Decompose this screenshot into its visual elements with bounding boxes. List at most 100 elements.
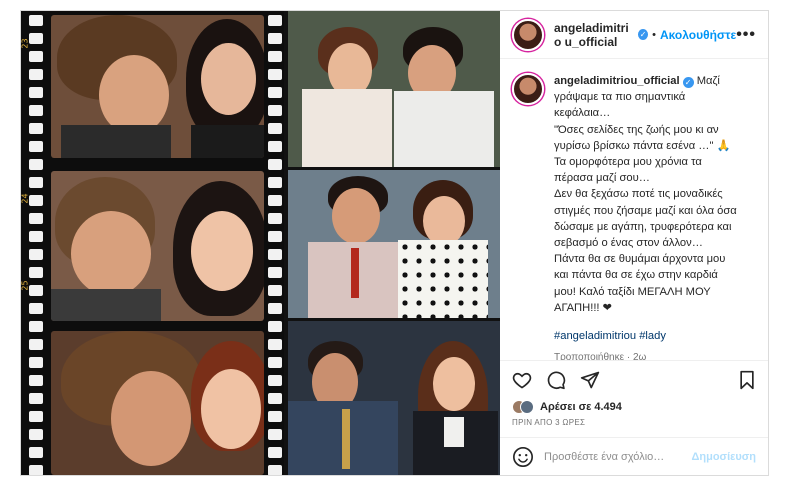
sprocket-hole <box>29 303 43 314</box>
caption-line: Δεν θα ξεχάσω ποτέ τις μοναδικές <box>554 188 723 201</box>
sprocket-hole <box>268 285 282 296</box>
caption-line: Τα ομορφότερα μου χρόνια τα <box>554 156 702 169</box>
username-link[interactable]: angeladimitrio u_official <box>554 21 635 49</box>
sprocket-hole <box>268 249 282 260</box>
sprocket-hole <box>29 213 43 224</box>
like-heart-icon[interactable] <box>512 370 532 390</box>
photo-couple-seated <box>288 11 500 167</box>
sprocket-hole <box>29 465 43 475</box>
comment-bar: Δημοσίευση <box>500 437 768 475</box>
sprocket-hole <box>29 69 43 80</box>
instagram-post: 23 24 25 angeladimitrio u_official ✓ • Α… <box>20 10 769 476</box>
avatar[interactable] <box>512 18 544 51</box>
sprocket-hole <box>29 15 43 26</box>
share-icon[interactable] <box>580 370 600 390</box>
sprocket-hole <box>268 447 282 458</box>
sprocket-hole <box>29 123 43 134</box>
caption-line: γράψαμε τα πιο σημαντικά <box>554 91 686 104</box>
sprocket-hole <box>268 87 282 98</box>
comment-icon[interactable] <box>546 370 566 390</box>
verified-icon: ✓ <box>637 29 649 40</box>
sprocket-hole <box>268 393 282 404</box>
caption-line: "Όσες σελίδες της ζωής μου κι αν <box>554 123 719 136</box>
verified-icon: ✓ <box>682 77 694 88</box>
sprocket-hole <box>29 51 43 62</box>
sprocket-hole <box>29 447 43 458</box>
caption-line: μου! Καλό ταξίδι ΜΕΓΑΛΗ ΜΟΥ <box>554 285 711 298</box>
sprocket-hole <box>29 231 43 242</box>
sprocket-holes <box>25 11 47 475</box>
more-options-icon[interactable]: ••• <box>736 26 756 44</box>
sprocket-hole <box>29 411 43 422</box>
caption-line: σεβασμό ο ένας στον άλλον… <box>554 237 703 250</box>
film-frame-number: 24 <box>21 193 30 204</box>
sprocket-hole <box>268 51 282 62</box>
post-comment-button[interactable]: Δημοσίευση <box>691 451 756 463</box>
comment-input[interactable] <box>544 450 692 463</box>
film-photo-laugh <box>51 171 264 321</box>
edited-timestamp: Τροποποιήθηκε · 2ω <box>554 352 647 360</box>
bookmark-icon[interactable] <box>738 370 756 390</box>
caption-line: γυρίσω βρίσκω πάντα εσένα …" 🙏 <box>554 139 731 152</box>
film-frame-number: 25 <box>21 280 30 291</box>
likes-count[interactable]: Αρέσει σε 4.494 <box>540 401 622 413</box>
sprocket-hole <box>29 249 43 260</box>
sprocket-hole <box>268 339 282 350</box>
photo-couple-toast <box>288 170 500 318</box>
film-photo-cheek <box>51 331 264 475</box>
sprocket-hole <box>268 465 282 475</box>
sprocket-hole <box>29 357 43 368</box>
caption-line: δώσαμε με αγάπη, τρυφερότερα και <box>554 220 732 233</box>
caption-line: Πάντα θα σε θυμάμαι άρχοντα μου <box>554 253 726 266</box>
follow-button[interactable]: Ακολουθήστε <box>660 28 736 42</box>
sprocket-hole <box>29 339 43 350</box>
caption-line: και πάντα θα σε έχω στην καρδιά <box>554 269 718 282</box>
sprocket-hole <box>29 393 43 404</box>
sprocket-hole <box>268 69 282 80</box>
sprocket-hole <box>29 141 43 152</box>
post-sidebar: angeladimitrio u_official ✓ • Ακολουθήστ… <box>500 11 768 475</box>
caption-area: angeladimitriou_official ✓ Μαζί γράψαμε τ… <box>500 59 768 360</box>
post-header: angeladimitrio u_official ✓ • Ακολουθήστ… <box>500 11 768 59</box>
sprocket-hole <box>268 231 282 242</box>
sprocket-hole <box>29 429 43 440</box>
film-frame-number: 23 <box>21 38 30 49</box>
sprocket-hole <box>268 357 282 368</box>
sprocket-hole <box>268 213 282 224</box>
sprocket-hole <box>268 303 282 314</box>
sprocket-hole <box>29 33 43 44</box>
sprocket-hole <box>29 105 43 116</box>
sprocket-hole <box>268 159 282 170</box>
sprocket-hole <box>268 33 282 44</box>
caption-line: στιγμές που ζήσαμε μαζί και όλα όσα <box>554 204 737 217</box>
emoji-icon[interactable] <box>512 446 534 468</box>
post-image[interactable]: 23 24 25 <box>21 11 500 475</box>
avatar[interactable] <box>512 73 544 105</box>
photo-couple-event <box>288 321 500 475</box>
sprocket-hole <box>268 429 282 440</box>
sprocket-hole <box>29 267 43 278</box>
sprocket-hole <box>268 177 282 188</box>
sprocket-hole <box>268 105 282 116</box>
film-strip: 23 24 25 <box>21 11 284 475</box>
sprocket-hole <box>268 321 282 332</box>
likes-summary[interactable]: Αρέσει σε 4.494 <box>500 398 768 416</box>
sprocket-hole <box>29 195 43 206</box>
post-time: ΠΡΙΝ ΑΠΟ 3 ΩΡΕΣ <box>512 418 586 427</box>
action-bar <box>500 360 768 398</box>
sprocket-hole <box>268 267 282 278</box>
caption-line: ΑΓΑΠΗ!!! ❤ <box>554 301 613 314</box>
sprocket-hole <box>29 375 43 386</box>
caption-line: κεφάλαια… <box>554 107 611 120</box>
sprocket-hole <box>29 159 43 170</box>
sprocket-hole <box>268 123 282 134</box>
separator-dot: • <box>652 28 656 41</box>
sprocket-hole <box>29 87 43 98</box>
sprocket-hole <box>268 411 282 422</box>
hashtags-link[interactable]: #angeladimitriou #lady <box>554 328 737 344</box>
sprocket-hole <box>268 15 282 26</box>
sprocket-hole <box>268 141 282 152</box>
caption-text: angeladimitriou_official ✓ Μαζί γράψαμε τ… <box>554 73 737 360</box>
sprocket-hole <box>268 375 282 386</box>
caption-username[interactable]: angeladimitriou_official <box>554 75 680 87</box>
